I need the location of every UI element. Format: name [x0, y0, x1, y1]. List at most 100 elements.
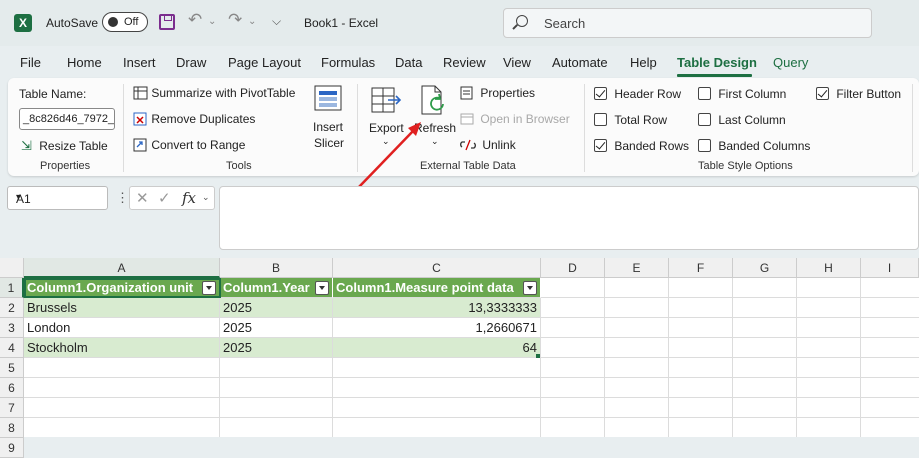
banded-rows-option[interactable]: Banded Rows [594, 139, 689, 153]
toggle-knob [108, 17, 118, 27]
select-all-corner[interactable] [0, 258, 24, 278]
table-cell[interactable]: Brussels [24, 298, 220, 318]
tab-insert[interactable]: Insert [123, 55, 156, 70]
tab-file[interactable]: File [20, 55, 41, 70]
column-header-f[interactable]: F [669, 258, 733, 278]
header-row-checkbox[interactable] [594, 87, 607, 100]
grid-line [668, 278, 669, 437]
column-header-e[interactable]: E [605, 258, 669, 278]
filter-dropdown-icon[interactable] [315, 281, 329, 295]
autosave-toggle[interactable]: Off [102, 12, 148, 32]
chevron-down-icon[interactable]: ⌄ [202, 192, 210, 203]
filter-button-checkbox[interactable] [816, 87, 829, 100]
total-row-option[interactable]: Total Row [594, 113, 667, 127]
filter-button-option[interactable]: Filter Button [816, 87, 901, 101]
ribbon: Table Name: _8c826d46_7972_4 ⇲ Resize Ta… [8, 78, 919, 176]
grid-line [796, 278, 797, 437]
column-header-b[interactable]: B [220, 258, 333, 278]
first-column-checkbox[interactable] [698, 87, 711, 100]
banded-rows-checkbox[interactable] [594, 139, 607, 152]
tab-table-design[interactable]: Table Design [677, 55, 757, 70]
column-header-i[interactable]: I [861, 258, 919, 278]
row-header-1[interactable]: 1 [0, 278, 24, 298]
tab-home[interactable]: Home [67, 55, 102, 70]
filter-dropdown-icon[interactable] [523, 281, 537, 295]
row-header-2[interactable]: 2 [0, 298, 24, 318]
table-resize-handle[interactable] [536, 354, 540, 358]
tab-automate[interactable]: Automate [552, 55, 608, 70]
open-in-browser-button[interactable]: Open in Browser [460, 112, 570, 126]
insert-function-icon[interactable]: fx [182, 189, 196, 207]
last-column-option[interactable]: Last Column [698, 113, 786, 127]
active-tab-indicator [677, 74, 752, 77]
row-header-5[interactable]: 5 [0, 358, 24, 378]
row-header-3[interactable]: 3 [0, 318, 24, 338]
table-cell[interactable]: 2025 [220, 298, 333, 318]
table-cell[interactable]: London [24, 318, 220, 338]
total-row-checkbox[interactable] [594, 113, 607, 126]
convert-to-range-button[interactable]: Convert to Range [133, 138, 245, 152]
column-header-c[interactable]: C [333, 258, 541, 278]
name-box[interactable]: A1 ▾ [7, 186, 108, 210]
table-header-cell[interactable]: Column1.Organization unit [24, 278, 220, 298]
save-icon[interactable] [159, 14, 175, 30]
table-cell[interactable]: 64 [333, 338, 541, 358]
summarize-pivottable-button[interactable]: Summarize with PivotTable [133, 86, 295, 100]
tab-draw[interactable]: Draw [176, 55, 206, 70]
banded-columns-checkbox[interactable] [698, 139, 711, 152]
export-button[interactable]: Export ⌄ [367, 84, 407, 154]
column-header-d[interactable]: D [541, 258, 605, 278]
table-header-cell[interactable]: Column1.Measure point data [333, 278, 541, 298]
table-cell[interactable]: 1,2660671 [333, 318, 541, 338]
table-cell[interactable]: 2025 [220, 318, 333, 338]
tab-help[interactable]: Help [630, 55, 657, 70]
unlink-button[interactable]: Unlink [460, 138, 516, 152]
table-name-input[interactable]: _8c826d46_7972_4 [19, 108, 115, 130]
row-header-8[interactable]: 8 [0, 418, 24, 438]
tab-formulas[interactable]: Formulas [321, 55, 375, 70]
formula-bar: A1 ▾ ⋮ ✕ ✓ fx ⌄ [0, 176, 919, 256]
table-cell[interactable]: Stockholm [24, 338, 220, 358]
row-header-9[interactable]: 9 [0, 438, 24, 458]
properties-button[interactable]: Properties [460, 86, 535, 100]
group-separator [584, 84, 585, 172]
undo-icon[interactable]: ↶ [188, 10, 202, 30]
tab-page-layout[interactable]: Page Layout [228, 55, 301, 70]
customize-qat-icon[interactable]: ⌵ [272, 14, 281, 29]
resize-table-button[interactable]: ⇲ Resize Table [21, 138, 108, 154]
remove-duplicates-button[interactable]: Remove Duplicates [133, 112, 255, 126]
first-column-option[interactable]: First Column [698, 87, 786, 101]
more-options-icon[interactable]: ⋮ [116, 190, 129, 206]
row-header-7[interactable]: 7 [0, 398, 24, 418]
table-cell[interactable]: 13,3333333 [333, 298, 541, 318]
enter-icon[interactable]: ✓ [158, 189, 171, 207]
table-header-cell[interactable]: Column1.Year [220, 278, 333, 298]
column-header-a[interactable]: A [24, 258, 220, 278]
tab-view[interactable]: View [503, 55, 531, 70]
tab-review[interactable]: Review [443, 55, 486, 70]
formula-input[interactable] [219, 186, 919, 250]
filter-dropdown-icon[interactable] [202, 281, 216, 295]
table-cell[interactable]: 2025 [220, 338, 333, 358]
open-in-browser-label: Open in Browser [480, 112, 570, 126]
redo-icon[interactable]: ↷ [228, 10, 242, 30]
tab-data[interactable]: Data [395, 55, 422, 70]
cancel-icon[interactable]: ✕ [136, 189, 149, 207]
undo-dropdown-icon[interactable]: ⌄ [208, 16, 216, 27]
autosave-state: Off [124, 16, 139, 28]
refresh-dropdown-icon: ⌄ [431, 136, 439, 146]
row-header-6[interactable]: 6 [0, 378, 24, 398]
tab-query[interactable]: Query [773, 55, 808, 70]
refresh-button[interactable]: Refresh ⌄ [412, 84, 456, 154]
search-box[interactable]: Search [503, 8, 872, 38]
header-row-option[interactable]: Header Row [594, 87, 681, 101]
unlink-label: Unlink [482, 138, 516, 152]
insert-slicer-button[interactable]: Insert Slicer [308, 84, 348, 154]
column-header-g[interactable]: G [733, 258, 797, 278]
banded-rows-label: Banded Rows [614, 139, 690, 153]
column-header-h[interactable]: H [797, 258, 861, 278]
last-column-checkbox[interactable] [698, 113, 711, 126]
redo-dropdown-icon[interactable]: ⌄ [248, 16, 256, 27]
banded-columns-option[interactable]: Banded Columns [698, 139, 810, 153]
row-header-4[interactable]: 4 [0, 338, 24, 358]
